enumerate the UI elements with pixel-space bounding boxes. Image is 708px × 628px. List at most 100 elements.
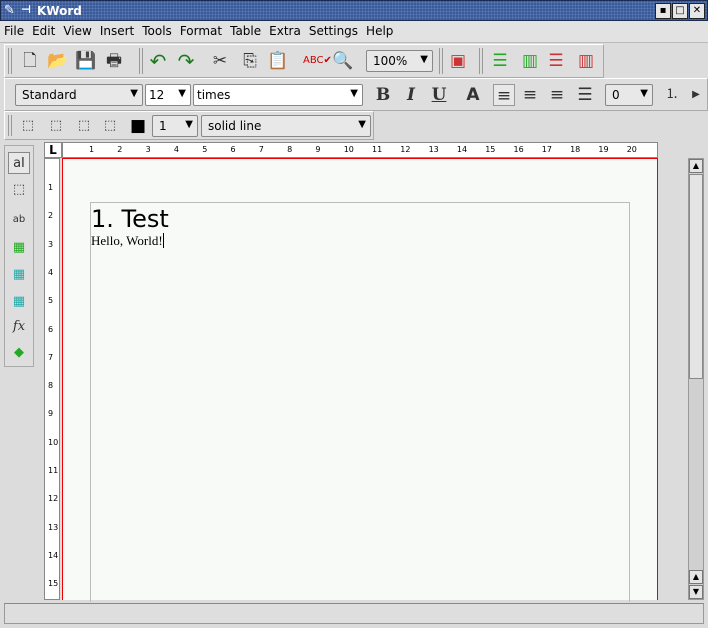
underline-button[interactable]: U [428,84,450,106]
border-width-value: 1 [159,119,167,133]
vertical-scrollbar[interactable]: ▲ ▲ ▼ [688,158,704,600]
text-frame[interactable]: 1. Test Hello, World! [90,202,630,602]
zoom-select[interactable]: 100% ▼ [366,50,433,72]
border-top-icon[interactable]: ⬚ [73,115,95,137]
border-style-select[interactable]: solid line ▼ [201,115,371,137]
toolbar-grip[interactable] [439,48,443,74]
ruler-h-label: 12 [400,145,411,154]
menu-format[interactable]: Format [176,21,226,41]
menu-view[interactable]: View [59,21,95,41]
undo-icon[interactable]: ↶ [147,50,169,72]
ruler-v-label: 1 [48,183,54,192]
menu-extra[interactable]: Extra [265,21,305,41]
toolbar-grip[interactable] [479,48,483,74]
align-left-icon[interactable]: ≡ [493,84,515,106]
cut-icon[interactable]: ✂ [209,50,231,72]
chevron-down-icon: ▼ [640,88,648,99]
chevron-down-icon: ▼ [178,88,186,99]
print-icon[interactable]: 🖶 [103,50,125,72]
font-select[interactable]: times ▼ [193,84,363,106]
border-right-icon[interactable]: ⬚ [45,115,67,137]
text-color-icon[interactable]: A [462,84,484,106]
menu-insert[interactable]: Insert [96,21,138,41]
vertical-ruler[interactable]: 1 2 3 4 5 6 7 8 9 10 11 12 13 14 15 [44,158,60,600]
align-justify-icon[interactable]: ☰ [574,84,596,106]
menu-tools[interactable]: Tools [138,21,176,41]
toolbar-grip[interactable] [139,48,143,74]
border-width-select[interactable]: 1 ▼ [152,115,198,137]
insert-row-icon[interactable]: ☰ [489,50,511,72]
scroll-thumb[interactable] [689,174,703,379]
style-select[interactable]: Standard ▼ [15,84,143,106]
save-icon[interactable]: 💾 [75,50,97,72]
paste-icon[interactable]: 📋 [267,50,289,72]
ruler-v-label: 14 [48,550,59,560]
ruler-h-label: 9 [315,145,321,154]
ruler-h-label: 16 [513,145,524,154]
menu-file[interactable]: File [0,21,28,41]
italic-button[interactable]: I [400,84,422,106]
indent-select[interactable]: 0 ▼ [605,84,653,106]
new-icon[interactable]: 🗋 [19,50,41,72]
create-text-frame-icon[interactable]: ab [8,209,30,231]
maximize-button[interactable]: □ [672,3,688,19]
create-picture-frame-icon[interactable]: ▦ [8,237,30,259]
ruler-h-label: 6 [230,145,236,154]
create-table-icon[interactable]: ▦ [8,264,30,286]
ruler-v-label: 7 [48,352,54,362]
align-center-icon[interactable]: ≡ [519,84,541,106]
numbered-list-icon[interactable]: ⒈ [661,84,683,106]
ruler-h-label: 20 [626,145,637,154]
ruler-v-label: 10 [48,437,59,447]
border-bottom-icon[interactable]: ⬚ [99,115,121,137]
border-color-icon[interactable]: ■ [127,115,149,137]
redo-icon[interactable]: ↷ [175,50,197,72]
font-value: times [197,88,231,102]
app-icon[interactable]: ✎ [4,3,15,18]
chevron-down-icon: ▼ [350,88,358,99]
align-right-icon[interactable]: ≡ [546,84,568,106]
border-left-icon[interactable]: ⬚ [17,115,39,137]
delete-row-icon[interactable]: ☰ [545,50,567,72]
scroll-down-button[interactable]: ▼ [689,585,703,599]
scroll-up-button[interactable]: ▲ [689,159,703,173]
ruler-h-label: 3 [145,145,151,154]
toolbar-extension-arrow-icon[interactable]: ▶ [685,84,707,106]
open-icon[interactable]: 📂 [47,50,69,72]
style-value: Standard [22,88,77,102]
ruler-h-label: 1 [89,145,95,154]
close-button[interactable]: ✕ [689,3,705,19]
bold-button[interactable]: B [372,84,394,106]
toolbar-grip[interactable] [8,115,12,136]
formula-icon[interactable]: fx [8,316,30,338]
document-canvas[interactable]: 1. Test Hello, World! [62,158,658,602]
delete-column-icon[interactable]: ▥ [575,50,597,72]
create-part-icon[interactable]: ◆ [8,342,30,364]
menu-edit[interactable]: Edit [28,21,59,41]
insert-column-icon[interactable]: ▥ [519,50,541,72]
zoom-value: 100% [373,54,408,68]
insert-picture-icon[interactable]: ▣ [447,50,469,72]
toolbar-grip[interactable] [8,48,12,74]
select-frame-tool-icon[interactable]: ⬚ [8,179,30,201]
pin-icon[interactable]: ⊣ [21,3,31,16]
minimize-button[interactable]: ▪ [655,3,671,19]
copy-icon[interactable]: ⎘ [239,50,261,72]
edit-text-tool-icon[interactable]: aI [8,152,30,174]
spellcheck-icon[interactable]: ABC✔ [303,50,332,72]
chevron-down-icon: ▼ [130,88,138,99]
font-size-select[interactable]: 12 ▼ [145,84,191,106]
ruler-v-label: 8 [48,381,54,391]
find-icon[interactable]: 🔍 [332,50,354,72]
status-bar [4,603,704,624]
menu-table[interactable]: Table [226,21,265,41]
ruler-h-label: 2 [117,145,123,154]
menu-settings[interactable]: Settings [305,21,362,41]
create-table-icon-2[interactable]: ▦ [8,291,30,313]
horizontal-ruler[interactable]: 1 2 3 4 5 6 7 8 9 10 11 12 13 14 15 16 17 18 19 20 [62,142,658,158]
chevron-down-icon: ▼ [358,119,366,130]
ruler-v-label: 6 [48,324,54,334]
menu-help[interactable]: Help [362,21,397,41]
scroll-up-button-2[interactable]: ▲ [689,570,703,584]
tab-type-button[interactable]: L [44,142,62,158]
